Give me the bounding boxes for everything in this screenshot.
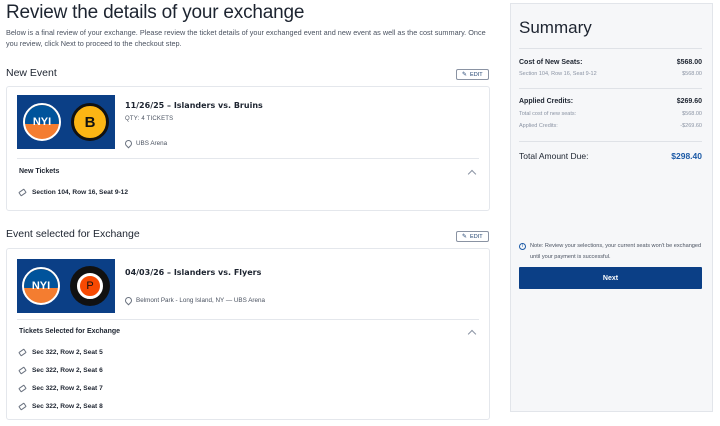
total-due-row: Total Amount Due: $298.40: [519, 151, 702, 161]
ticket-row: Sec 322, Row 2, Seat 8: [18, 402, 103, 411]
ticket-icon: [18, 188, 27, 197]
new-event-title: New Event: [6, 67, 57, 79]
ticket-row: Sec 322, Row 2, Seat 7: [18, 384, 103, 393]
exchange-event-card: NYI P 04/03/26 – Islanders vs. Flyers Be…: [6, 248, 490, 420]
cost-row: Cost of New Seats: $568.00: [519, 59, 702, 66]
summary-title: Summary: [519, 18, 592, 37]
divider: [17, 319, 479, 320]
chevron-up-icon[interactable]: [467, 329, 477, 339]
next-button[interactable]: Next: [519, 267, 702, 289]
exchange-event-title: Event selected for Exchange: [6, 228, 140, 240]
divider: [17, 158, 479, 159]
venue-label: Belmont Park - Long Island, NY — UBS Are…: [136, 297, 266, 304]
summary-panel: Summary Cost of New Seats: $568.00 Secti…: [510, 3, 713, 412]
page-title: Review the details of your exchange: [6, 2, 305, 23]
ticket-icon: [18, 348, 27, 357]
edit-new-event-button[interactable]: ✎ EDIT: [456, 69, 489, 80]
new-tickets-title: New Tickets: [19, 168, 60, 175]
ticket-icon: [18, 402, 27, 411]
edit-label: EDIT: [470, 71, 483, 78]
location-pin-icon: [123, 295, 134, 306]
new-event-card: NYI B 11/26/25 – Islanders vs. Bruins QT…: [6, 86, 490, 211]
ticket-row: Sec 322, Row 2, Seat 6: [18, 366, 103, 375]
total-cost-row: Total cost of new seats: $568.00: [519, 111, 702, 117]
edit-exchange-event-button[interactable]: ✎ EDIT: [456, 231, 489, 242]
intro-text: Below is a final review of your exchange…: [6, 28, 486, 48]
pencil-icon: ✎: [462, 72, 468, 78]
event-image: NYI B: [17, 95, 115, 149]
chevron-up-icon[interactable]: [467, 169, 477, 179]
event-name: 11/26/25 – Islanders vs. Bruins: [125, 101, 263, 110]
pencil-icon: ✎: [462, 234, 468, 240]
islanders-logo-icon: NYI: [22, 267, 60, 305]
credits-row: Applied Credits: $269.60: [519, 98, 702, 105]
ticket-row: Section 104, Row 16, Seat 9-12: [18, 188, 128, 197]
location-pin-icon: [123, 138, 134, 149]
divider: [519, 88, 702, 89]
venue-label: UBS Arena: [136, 140, 168, 147]
venue: Belmont Park - Long Island, NY — UBS Are…: [123, 295, 266, 306]
exchange-tickets-title: Tickets Selected for Exchange: [19, 328, 121, 335]
cost-detail-row: Section 104, Row 16, Seat 9-12 $568.00: [519, 71, 702, 77]
edit-label: EDIT: [470, 233, 483, 240]
ticket-icon: [18, 384, 27, 393]
applied-credits-row: Applied Credits: -$269.60: [519, 123, 702, 129]
bruins-logo-icon: B: [71, 103, 109, 141]
ticket-quantity: QTY: 4 TICKETS: [125, 116, 174, 122]
ticket-icon: [18, 366, 27, 375]
event-name: 04/03/26 – Islanders vs. Flyers: [125, 268, 262, 277]
event-image: NYI P: [17, 259, 115, 313]
flyers-logo-icon: P: [70, 266, 110, 306]
divider: [519, 141, 702, 142]
info-icon: i: [519, 243, 526, 250]
divider: [519, 48, 702, 49]
islanders-logo-icon: NYI: [23, 103, 61, 141]
ticket-row: Sec 322, Row 2, Seat 5: [18, 348, 103, 357]
payment-note: i Note: Review your selections, your cur…: [519, 241, 702, 263]
venue: UBS Arena: [123, 138, 168, 149]
